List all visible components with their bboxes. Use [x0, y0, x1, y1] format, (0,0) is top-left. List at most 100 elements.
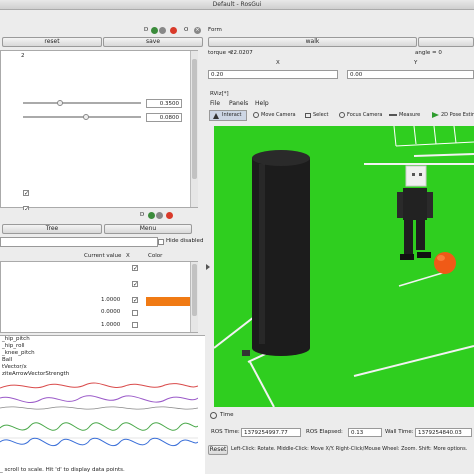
table-scrollbar[interactable] [190, 262, 198, 332]
col-x: X [126, 253, 130, 259]
torque-label: torque = [208, 50, 233, 56]
menu-button[interactable]: Menu [104, 224, 192, 234]
refresh-icon-2[interactable] [148, 212, 155, 219]
time-icon [210, 412, 217, 419]
slider-1-track[interactable] [23, 102, 141, 104]
row-value-1: 1.0000 [101, 297, 121, 303]
pose-estimate-icon[interactable] [432, 112, 439, 118]
menu-help[interactable]: Help [255, 100, 269, 107]
plot-label-6: ziteArrowVectorStrength [2, 371, 70, 377]
form-extra-button[interactable] [418, 37, 474, 47]
menu-file[interactable]: File [210, 100, 220, 107]
left-mid-panel: D Tree Menu Hide disabled Current value … [0, 210, 205, 335]
row-checkbox-5[interactable] [132, 322, 138, 328]
refresh-icon[interactable] [151, 27, 158, 34]
scrollbar-thumb[interactable] [192, 59, 197, 179]
float-icon[interactable]: O [184, 27, 188, 34]
row-checkbox-2[interactable]: ✓ [132, 281, 138, 288]
form-label: Form [208, 27, 222, 33]
hide-disabled-label: Hide disabled [166, 238, 204, 244]
select-icon[interactable] [305, 113, 311, 118]
plot-series-blue [0, 437, 198, 447]
ball-highlight [437, 255, 445, 261]
y-label: Y [414, 60, 418, 66]
close-icon[interactable] [170, 27, 177, 34]
reset-time-button[interactable]: Reset [208, 445, 228, 455]
plot-series-red [0, 382, 198, 389]
scrollbar[interactable] [190, 51, 198, 207]
rviz-title: RViz[*] [210, 91, 229, 97]
corner-marker [242, 350, 250, 356]
plot-series-gray [0, 406, 198, 410]
collapse-arrow-icon[interactable] [206, 264, 210, 270]
x-label: X [276, 60, 280, 66]
settings-icon[interactable] [159, 27, 166, 34]
row-value-2: 0.0000 [101, 309, 121, 315]
wall-time-label: Wall Time: [385, 429, 414, 435]
plot-series-green [0, 422, 198, 431]
reset-button[interactable]: reset [2, 37, 102, 47]
y-input[interactable]: 0.00 [347, 70, 474, 79]
tool-focus-camera[interactable]: Focus Camera [347, 111, 383, 120]
row-checkbox-1[interactable]: ✓ [132, 265, 138, 272]
checkbox-1[interactable]: ✓ [23, 190, 29, 197]
settings-icon-2[interactable] [156, 212, 163, 219]
slider-2-track[interactable] [23, 116, 141, 118]
time-label: Time [220, 412, 234, 418]
plot-canvas[interactable] [0, 378, 198, 466]
slider-2-knob[interactable] [83, 114, 89, 120]
tool-interact-label: Interact [222, 112, 242, 118]
cursor-icon [213, 113, 219, 119]
row-checkbox-3[interactable]: ✓ [132, 297, 138, 304]
plot-label-5: tVector/x [2, 364, 27, 370]
rviz-panel: RViz[*] File Panels Help Interact Move C… [205, 88, 474, 474]
save-button[interactable]: save [103, 37, 203, 47]
torque-value: 22.0207 [230, 50, 253, 56]
color-swatch[interactable] [146, 297, 192, 306]
status-hint: Left-Click: Rotate. Middle-Click: Move X… [231, 446, 468, 452]
focus-camera-icon[interactable] [339, 112, 345, 118]
slider-1-knob[interactable] [57, 100, 63, 106]
ros-elapsed-value[interactable]: 0.13 [348, 428, 382, 437]
hide-disabled-checkbox[interactable] [158, 239, 164, 245]
row-checkbox-4[interactable] [132, 310, 138, 316]
slider-1-value[interactable]: 0.3500 [146, 99, 182, 108]
filter-input[interactable] [0, 237, 158, 247]
plot-label-1: _hip_pitch [2, 336, 30, 342]
menu-panels[interactable]: Panels [229, 100, 248, 107]
x-input[interactable]: 0.20 [208, 70, 338, 79]
dock-label: D [144, 27, 149, 33]
obstacle-cylinder [252, 150, 310, 356]
tool-2d-pose-estimate[interactable]: 2D Pose Estim [441, 111, 474, 120]
parameter-list[interactable]: 2 0.3500 0.0800 ✓ ✓ [0, 50, 198, 213]
wall-time-value[interactable]: 1379254840.03 [415, 428, 472, 437]
ros-time-value[interactable]: 1379254997.77 [241, 428, 301, 437]
plot-panel[interactable]: _hip_pitch _hip_roll _knee_pitch Ball tV… [0, 335, 205, 474]
rviz-viewport[interactable] [214, 126, 474, 407]
angle-label: angle = 0 [415, 50, 442, 56]
close-dock-icon[interactable]: × [194, 27, 201, 34]
close-icon-2[interactable] [166, 212, 173, 219]
col-current-value: Current value [84, 253, 122, 259]
plot-series-purple [0, 395, 198, 403]
plot-status: _ scroll to scale. Hit 'd' to display da… [0, 467, 125, 473]
ros-time-label: ROS Time: [211, 429, 240, 435]
rviz-toolbar: Interact Move Camera Select Focus Camera… [205, 109, 474, 122]
slider-2-value[interactable]: 0.0800 [146, 113, 182, 122]
walk-button[interactable]: walk [208, 37, 417, 47]
tree-button[interactable]: Tree [2, 224, 102, 234]
left-top-panel: D O × reset save 2 0.3500 0.0800 ✓ ✓ [0, 10, 205, 213]
measure-icon[interactable] [389, 114, 397, 116]
col-color: Color [148, 253, 163, 259]
tool-measure[interactable]: Measure [399, 111, 420, 120]
table-scrollbar-thumb[interactable] [192, 264, 197, 316]
tool-interact[interactable]: Interact [209, 110, 247, 121]
tool-move-camera[interactable]: Move Camera [261, 111, 296, 120]
tool-select[interactable]: Select [313, 111, 328, 120]
move-camera-icon[interactable] [253, 112, 259, 118]
row-value-3: 1.0000 [101, 322, 121, 328]
list-index: 2 [21, 53, 25, 59]
property-table[interactable]: ✓ ✓ ✓ 1.0000 0.0000 1.0000 [0, 261, 198, 333]
plot-label-2: _hip_roll [2, 343, 25, 349]
dock-label-2: D [140, 212, 145, 218]
